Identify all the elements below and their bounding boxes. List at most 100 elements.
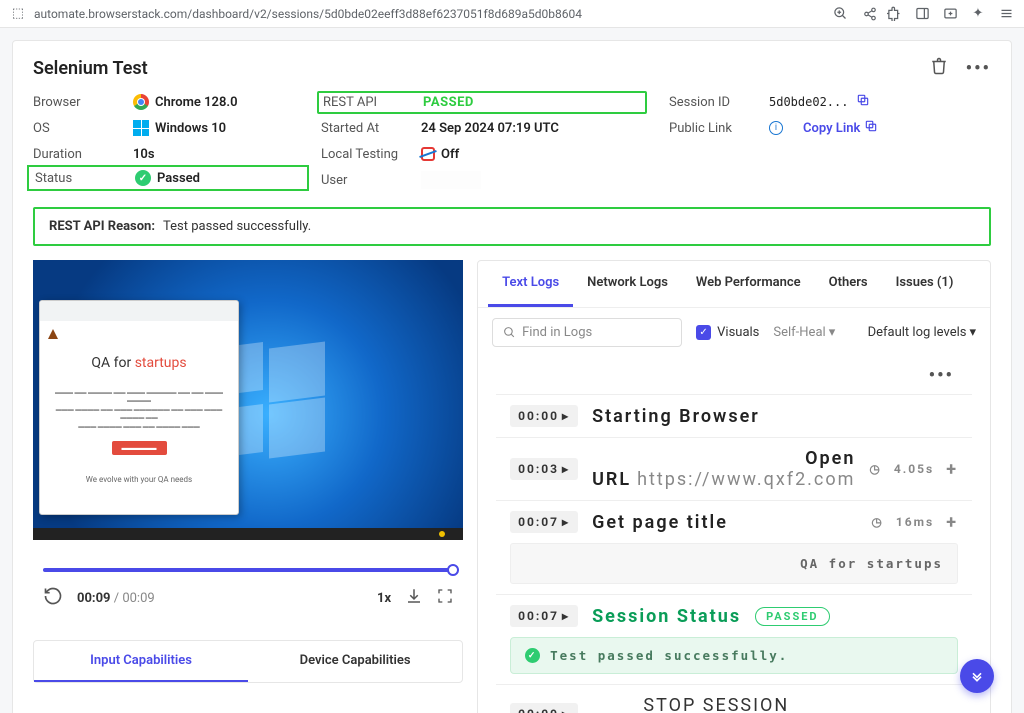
search-placeholder: Find in Logs (522, 325, 592, 340)
duration-value: 10s (133, 147, 155, 162)
play-icon: ▸ (562, 515, 570, 529)
cta-button: ▬▬▬▬▬ (112, 441, 167, 455)
started-label: Started At (321, 121, 421, 136)
browser-window: QA for startups ▬▬▬ ▬▬ ▬▬▬▬ ▬▬ ▬▬▬ ▬▬▬▬▬… (39, 300, 239, 515)
user-label: User (321, 173, 421, 188)
more-icon[interactable]: ••• (966, 58, 991, 79)
tab-network-logs[interactable]: Network Logs (573, 261, 682, 307)
play-icon: ▸ (562, 609, 570, 623)
log-timestamp: 00:03 (518, 462, 559, 476)
check-circle-icon: ✓ (525, 648, 540, 663)
log-timestamp: 00:09 (518, 707, 559, 713)
log-more-button[interactable]: ••• (496, 361, 972, 394)
search-icon (503, 326, 516, 339)
zoom-icon[interactable] (832, 6, 848, 22)
page-title: Selenium Test (33, 58, 148, 79)
checkbox-checked-icon: ✓ (696, 325, 711, 340)
taskbar (33, 528, 463, 540)
log-entry[interactable]: 00:09▸ STOP SESSIONCLIENT_STOPPED_SESSIO… (496, 684, 972, 713)
log-result-block: QA for startups (510, 543, 958, 584)
duration-label: Duration (33, 147, 133, 162)
video-time-current: 00:09 (77, 591, 111, 606)
site-logo-icon (48, 329, 58, 339)
browser-label: Browser (33, 95, 133, 110)
clock-icon: ◷ (871, 515, 883, 529)
rest-api-label: REST API (323, 95, 423, 110)
copy-icon[interactable] (864, 119, 878, 137)
log-levels-dropdown[interactable]: Default log levels ▾ (868, 325, 976, 340)
site-info-icon[interactable]: ⬚ (10, 6, 26, 22)
log-search-input[interactable]: Find in Logs (492, 318, 682, 347)
log-duration: 16ms (896, 515, 934, 529)
expand-icon[interactable]: + (946, 459, 958, 480)
info-icon[interactable]: i (769, 121, 783, 135)
passed-badge: PASSED (755, 607, 829, 626)
reason-text: Test passed successfully. (163, 219, 311, 234)
started-value: 24 Sep 2024 07:19 UTC (421, 121, 559, 136)
rest-api-value: PASSED (423, 95, 474, 110)
panel-icon[interactable] (914, 6, 930, 22)
tab-web-performance[interactable]: Web Performance (682, 261, 815, 307)
local-testing-label: Local Testing (321, 147, 421, 162)
download-button[interactable] (405, 587, 423, 609)
progress-knob[interactable] (447, 564, 459, 576)
placeholder-text: ▬▬▬ ▬▬ ▬▬▬▬ ▬▬ ▬▬▬ ▬▬▬▬▬ ▬▬ ▬▬ ▬▬▬ ▬▬▬▬▬… (50, 389, 228, 431)
local-off-icon (421, 147, 435, 161)
video-progress-bar[interactable] (43, 568, 453, 572)
rest-api-row-highlight: REST APIPASSED (321, 89, 651, 115)
pass-banner: ✓ Test passed successfully. (510, 637, 958, 674)
qa-text-b: startups (135, 355, 187, 371)
menu-icon[interactable] (998, 6, 1014, 22)
self-heal-dropdown[interactable]: Self-Heal ▾ (773, 325, 835, 340)
log-entry[interactable]: 00:07▸ Get page title ◷ 16ms + (496, 500, 972, 543)
tab-issues[interactable]: Issues (1) (882, 261, 968, 307)
log-entry[interactable]: 00:00▸ Starting Browser (496, 394, 972, 437)
session-video-player[interactable]: QA for startups ▬▬▬ ▬▬ ▬▬▬▬ ▬▬ ▬▬▬ ▬▬▬▬▬… (33, 260, 463, 540)
log-timestamp: 00:07 (518, 515, 559, 529)
log-title: STOP SESSION (592, 695, 789, 713)
new-tab-icon[interactable] (942, 6, 958, 22)
playback-rate-button[interactable]: 1x (377, 591, 391, 606)
log-subtitle: https://www.qxf2.com (637, 469, 855, 490)
log-entry[interactable]: 00:03▸ Open URLhttps://www.qxf2.com ◷4.0… (496, 437, 972, 500)
log-timestamp: 00:00 (518, 409, 559, 423)
session-id-label: Session ID (669, 95, 769, 110)
video-time-duration: / 00:09 (114, 591, 155, 606)
expand-icon[interactable]: + (946, 512, 958, 533)
chrome-icon (133, 94, 149, 110)
rest-api-reason-banner: REST API Reason: Test passed successfull… (33, 207, 991, 246)
local-testing-value: Off (441, 147, 459, 162)
scroll-down-fab[interactable] (960, 659, 994, 693)
reason-label: REST API Reason: (49, 219, 155, 234)
copy-link-button[interactable]: Copy Link (803, 121, 860, 136)
log-title: Get page title (592, 512, 728, 533)
sparkle-icon[interactable]: ✦ (970, 6, 986, 22)
browser-address-bar: ⬚ automate.browserstack.com/dashboard/v2… (0, 0, 1024, 28)
tab-text-logs[interactable]: Text Logs (488, 261, 573, 307)
delete-icon[interactable] (930, 57, 948, 79)
os-value: Windows 10 (155, 121, 226, 136)
evolve-text: We evolve with your QA needs (50, 475, 228, 484)
play-icon: ▸ (562, 462, 570, 476)
tab-others[interactable]: Others (815, 261, 882, 307)
extensions-icon[interactable] (886, 6, 902, 22)
log-title: Starting Browser (592, 406, 760, 427)
status-value: Passed (157, 171, 200, 186)
log-entry[interactable]: 00:07▸ Session Status PASSED (496, 594, 972, 637)
replay-button[interactable] (43, 586, 63, 610)
copy-icon[interactable] (856, 93, 870, 111)
user-value (421, 171, 481, 189)
tab-device-capabilities[interactable]: Device Capabilities (248, 641, 462, 682)
play-icon: ▸ (562, 707, 570, 713)
status-row-highlight: Status✓ Passed (27, 165, 309, 191)
qa-text-a: QA for (91, 355, 134, 371)
visuals-toggle[interactable]: ✓Visuals (696, 325, 759, 340)
url-text[interactable]: automate.browserstack.com/dashboard/v2/s… (34, 7, 764, 21)
tab-input-capabilities[interactable]: Input Capabilities (34, 641, 248, 682)
windows-icon (133, 120, 149, 136)
share-icon[interactable] (862, 6, 878, 22)
check-circle-icon: ✓ (135, 170, 151, 186)
fullscreen-button[interactable] (437, 588, 453, 608)
session-id-value: 5d0bde02... (769, 95, 848, 109)
status-label: Status (35, 171, 135, 186)
